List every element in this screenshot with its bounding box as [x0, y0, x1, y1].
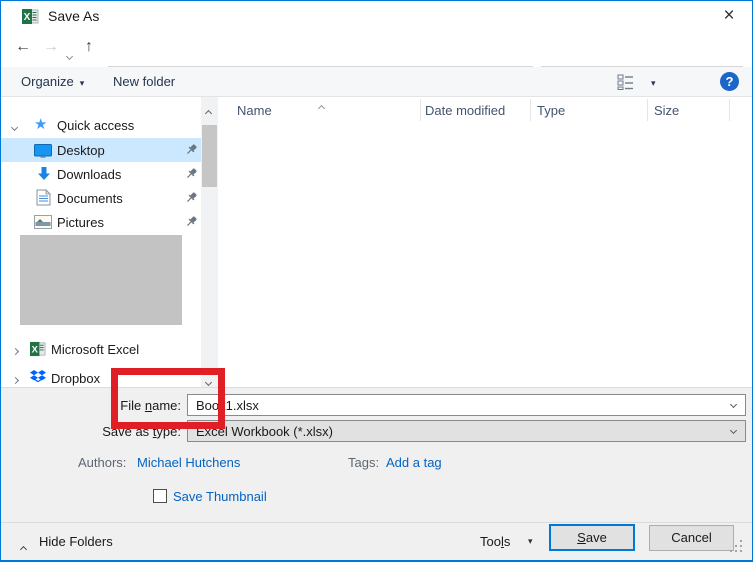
title-bar: X Save As ×	[1, 1, 752, 31]
sidebar-item-microsoft-excel[interactable]: X Microsoft Excel	[1, 337, 201, 361]
sort-ascending-icon	[319, 99, 324, 114]
footer-bar: Hide Folders Tools ▾ Save Cancel	[1, 522, 752, 561]
column-header-name[interactable]: Name	[237, 103, 272, 118]
sidebar-item-label: Documents	[57, 191, 123, 206]
cancel-button[interactable]: Cancel	[649, 525, 734, 551]
sidebar-item-desktop[interactable]: Desktop	[1, 138, 201, 162]
sidebar-item-pictures[interactable]: Pictures	[1, 210, 201, 234]
column-header-date-modified[interactable]: Date modified	[425, 103, 505, 118]
up-icon[interactable]: ↑	[85, 38, 93, 56]
command-toolbar: Organize▾ New folder ▾ ?	[1, 67, 752, 97]
chevron-up-icon[interactable]	[21, 540, 26, 555]
dialog-title: Save As	[48, 8, 99, 24]
save-button[interactable]: Save	[549, 524, 635, 551]
pin-icon	[185, 143, 198, 156]
excel-icon: X	[30, 341, 46, 357]
sidebar-item-label: Pictures	[57, 215, 104, 230]
organize-button[interactable]: Organize▾	[21, 74, 84, 89]
save-as-dialog: X Save As × ← → ↑ › This PC › Desktop ↻	[0, 0, 753, 562]
quick-access-star-icon: ★	[34, 115, 47, 133]
tools-caret-icon[interactable]: ▾	[528, 536, 533, 547]
add-a-tag-link[interactable]: Add a tag	[386, 455, 442, 470]
column-divider[interactable]	[647, 99, 648, 121]
sidebar-item-label: Dropbox	[51, 371, 100, 386]
file-list: Name Date modified Type Size	[218, 97, 752, 387]
hide-folders-button[interactable]: Hide Folders	[39, 534, 113, 549]
sidebar-item-label: Quick access	[57, 118, 134, 133]
tools-button[interactable]: Tools	[480, 534, 510, 549]
back-icon[interactable]: ←	[15, 38, 31, 56]
file-name-input[interactable]	[196, 396, 716, 414]
sidebar-item-label: Downloads	[57, 167, 121, 182]
list-header: Name Date modified Type Size	[218, 97, 752, 123]
pin-icon	[185, 191, 198, 204]
desktop-icon	[34, 143, 52, 159]
column-header-size[interactable]: Size	[654, 103, 679, 118]
organize-caret-icon: ▾	[80, 78, 85, 88]
recent-locations-icon[interactable]	[67, 47, 72, 62]
pin-icon	[185, 215, 198, 228]
chevron-right-icon[interactable]	[13, 371, 18, 386]
tags-label: Tags:	[348, 455, 379, 470]
column-divider[interactable]	[420, 99, 421, 121]
close-icon[interactable]: ×	[714, 3, 744, 29]
column-divider[interactable]	[530, 99, 531, 121]
chevron-down-icon[interactable]	[730, 401, 737, 408]
main-area: ★ Quick access Desktop	[1, 97, 752, 387]
sidebar-item-label: Microsoft Excel	[51, 342, 139, 357]
sidebar-item-documents[interactable]: Documents	[1, 186, 201, 210]
chevron-down-icon[interactable]	[730, 427, 737, 434]
chevron-right-icon[interactable]	[13, 342, 18, 357]
sidebar-item-quick-access[interactable]: ★ Quick access	[1, 113, 201, 137]
navigation-pane: ★ Quick access Desktop	[1, 97, 201, 387]
authors-value[interactable]: Michael Hutchens	[137, 455, 240, 470]
sidebar-item-label: Desktop	[57, 143, 105, 158]
documents-icon	[36, 189, 51, 206]
views-icon[interactable]	[617, 74, 635, 90]
save-thumbnail-label[interactable]: Save Thumbnail	[173, 489, 267, 504]
sidebar-item-downloads[interactable]: Downloads	[1, 162, 201, 186]
pin-icon	[185, 167, 198, 180]
downloads-icon	[35, 166, 53, 182]
save-as-type-select[interactable]: Excel Workbook (*.xlsx)	[187, 420, 746, 442]
views-caret-icon[interactable]: ▾	[651, 78, 656, 89]
dropbox-icon	[30, 370, 46, 385]
navigation-bar: ← → ↑ › This PC › Desktop ↻	[1, 31, 752, 67]
sidebar-scrollbar[interactable]	[201, 97, 218, 387]
file-name-combo[interactable]	[187, 394, 746, 416]
redacted-region	[20, 235, 182, 325]
new-folder-button[interactable]: New folder	[113, 74, 175, 89]
scroll-up-icon[interactable]	[206, 104, 211, 119]
authors-label: Authors:	[78, 455, 126, 470]
resize-grip[interactable]	[730, 540, 732, 542]
svg-text:X: X	[24, 12, 31, 23]
save-thumbnail-checkbox[interactable]	[153, 489, 167, 503]
chevron-down-icon[interactable]	[12, 118, 17, 133]
scrollbar-thumb[interactable]	[202, 125, 217, 187]
annotation-highlight-box	[111, 368, 225, 429]
pictures-icon	[34, 215, 52, 229]
svg-text:X: X	[32, 343, 39, 354]
excel-app-icon: X	[22, 8, 39, 25]
column-header-type[interactable]: Type	[537, 103, 565, 118]
forward-icon[interactable]: →	[43, 38, 59, 56]
column-divider[interactable]	[729, 99, 730, 121]
help-icon[interactable]: ?	[720, 72, 739, 91]
